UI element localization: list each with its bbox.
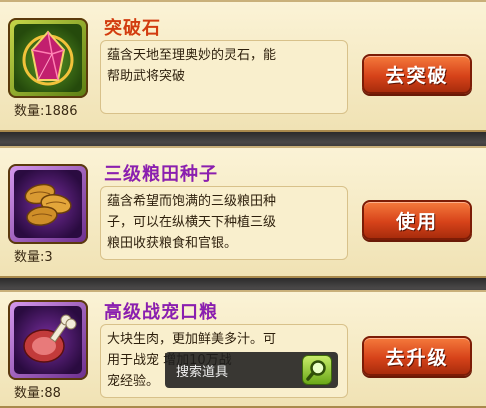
item-description: 蕴含希望而饱满的三级粮田种 子，可以在纵横天下种植三级 粮田收获粮食和官银。 [100,186,348,260]
search-label: 搜索道具 [176,364,229,380]
search-icon [306,360,326,381]
item-icon-frame[interactable] [8,164,88,244]
item-title: 三级粮田种子 [104,164,218,185]
purple-crystal-icon [22,30,74,86]
meat-icon [23,314,77,363]
item-icon-frame[interactable] [8,18,88,98]
seed-icon [24,183,72,226]
use-button[interactable]: 使用 [362,200,472,240]
item-title: 高级战宠口粮 [104,302,218,323]
item-description: 蕴含天地至理奥妙的灵石，能 帮助武将突破 [100,40,348,114]
item-card-breakthrough-stone: 数量:1886 突破石 蕴含天地至理奥妙的灵石，能 帮助武将突破 去突破 [0,0,486,132]
item-quantity: 数量:3 [14,250,53,265]
upgrade-button[interactable]: 去升级 [362,336,472,376]
search-bar[interactable]: 搜索道具 [165,352,338,388]
item-quantity: 数量:88 [14,386,61,401]
breakthrough-button[interactable]: 去突破 [362,54,472,94]
item-card-grain-seed: 数量:3 三级粮田种子 蕴含希望而饱满的三级粮田种 子，可以在纵横天下种植三级 … [0,146,486,278]
item-icon-frame[interactable] [8,300,88,380]
search-button[interactable] [302,355,332,385]
item-card-pet-food: 数量:88 高级战宠口粮 大块生肉，更加鲜美多汁。可 用于战宠 增加10万战 宠… [0,290,486,408]
item-quantity: 数量:1886 [14,104,78,119]
item-title: 突破石 [104,18,161,39]
